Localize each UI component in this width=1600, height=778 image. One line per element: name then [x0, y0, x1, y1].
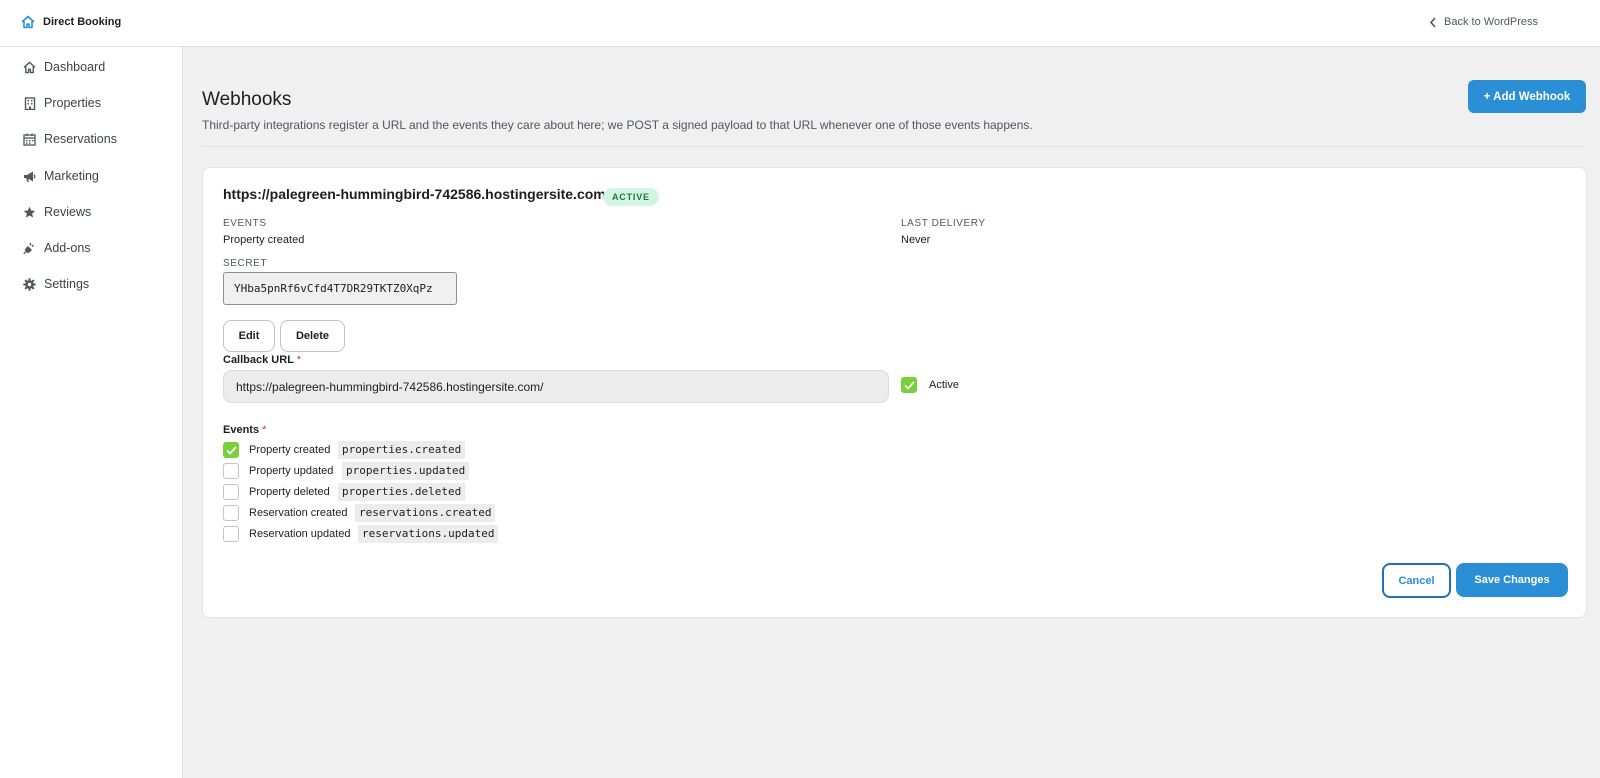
edit-button[interactable]: Edit — [223, 320, 275, 352]
checkmark-icon — [903, 380, 915, 390]
page-description: Third-party integrations register a URL … — [202, 118, 1033, 132]
sidebar: Dashboard Properties Reservations Market… — [0, 47, 183, 778]
event-checkbox-reservations-created[interactable] — [223, 505, 239, 521]
webhook-card: https://palegreen-hummingbird-742586.hos… — [202, 167, 1587, 618]
sidebar-item-label: Properties — [44, 96, 101, 110]
event-checkbox-properties-created[interactable] — [223, 442, 239, 458]
last-delivery-value: Never — [901, 234, 931, 246]
sidebar-item-label: Marketing — [44, 169, 99, 183]
delete-button[interactable]: Delete — [280, 320, 345, 352]
callback-url-input[interactable] — [223, 370, 889, 403]
chevron-left-icon — [1429, 16, 1437, 28]
page-title: Webhooks — [202, 89, 292, 110]
add-webhook-button[interactable]: + Add Webhook — [1468, 80, 1586, 113]
sidebar-item-label: Reviews — [44, 205, 92, 219]
sidebar-item-marketing[interactable]: Marketing — [23, 169, 99, 183]
secret-field[interactable] — [223, 272, 457, 305]
sidebar-item-add-ons[interactable]: Add-ons — [23, 241, 91, 255]
event-label: Property updated — [249, 465, 334, 477]
sidebar-item-label: Settings — [44, 277, 90, 291]
active-checkbox[interactable] — [901, 377, 917, 393]
header-divider — [202, 146, 1587, 147]
cancel-button[interactable]: Cancel — [1382, 563, 1451, 598]
secret-label: SECRET — [223, 258, 268, 269]
events-summary-label: EVENTS — [223, 218, 267, 229]
event-checkbox-reservations-updated[interactable] — [223, 526, 239, 542]
required-mark: * — [296, 354, 302, 366]
required-mark: * — [262, 424, 267, 436]
event-code: reservations.created — [355, 504, 496, 522]
sidebar-item-label: Reservations — [44, 132, 117, 146]
sidebar-item-label: Add-ons — [44, 241, 91, 255]
events-label: Events * — [223, 424, 267, 436]
brand[interactable]: Direct Booking — [21, 15, 121, 29]
back-link-label: Back to WordPress — [1444, 16, 1538, 28]
sidebar-item-label: Dashboard — [44, 60, 106, 74]
last-delivery-label: LAST DELIVERY — [901, 218, 986, 229]
events-summary-value: Property created — [223, 234, 305, 246]
megaphone-icon — [23, 170, 36, 183]
event-code: reservations.updated — [358, 525, 499, 543]
plug-icon — [23, 242, 36, 255]
sidebar-item-settings[interactable]: Settings — [23, 277, 89, 291]
event-label: Property deleted — [249, 486, 330, 498]
checkmark-icon — [225, 445, 237, 455]
sidebar-item-properties[interactable]: Properties — [23, 96, 101, 110]
event-code: properties.updated — [342, 462, 470, 480]
event-checkbox-properties-deleted[interactable] — [223, 484, 239, 500]
gear-icon — [23, 277, 36, 291]
callback-url-label: Callback URL * — [223, 354, 302, 366]
event-code: properties.created — [338, 441, 466, 459]
event-code: properties.deleted — [338, 483, 466, 501]
top-bar: Direct Booking Back to WordPress — [0, 0, 1600, 47]
save-changes-button[interactable]: Save Changes — [1456, 563, 1568, 597]
back-to-wordpress-link[interactable]: Back to WordPress — [1429, 16, 1538, 28]
house-icon — [21, 15, 35, 29]
event-label: Reservation created — [249, 507, 348, 519]
event-label: Reservation updated — [249, 528, 351, 540]
sidebar-item-reservations[interactable]: Reservations — [23, 132, 117, 146]
star-icon — [23, 206, 36, 219]
building-icon — [23, 96, 36, 110]
event-checkbox-properties-updated[interactable] — [223, 463, 239, 479]
active-label: Active — [929, 379, 959, 391]
sidebar-item-reviews[interactable]: Reviews — [23, 205, 91, 219]
sidebar-item-dashboard[interactable]: Dashboard — [23, 60, 105, 74]
calendar-icon — [23, 133, 36, 146]
event-label: Property created — [249, 444, 331, 456]
webhook-url: https://palegreen-hummingbird-742586.hos… — [223, 186, 610, 202]
brand-name: Direct Booking — [43, 16, 122, 28]
house-icon — [23, 61, 36, 74]
status-badge: ACTIVE — [603, 188, 659, 206]
